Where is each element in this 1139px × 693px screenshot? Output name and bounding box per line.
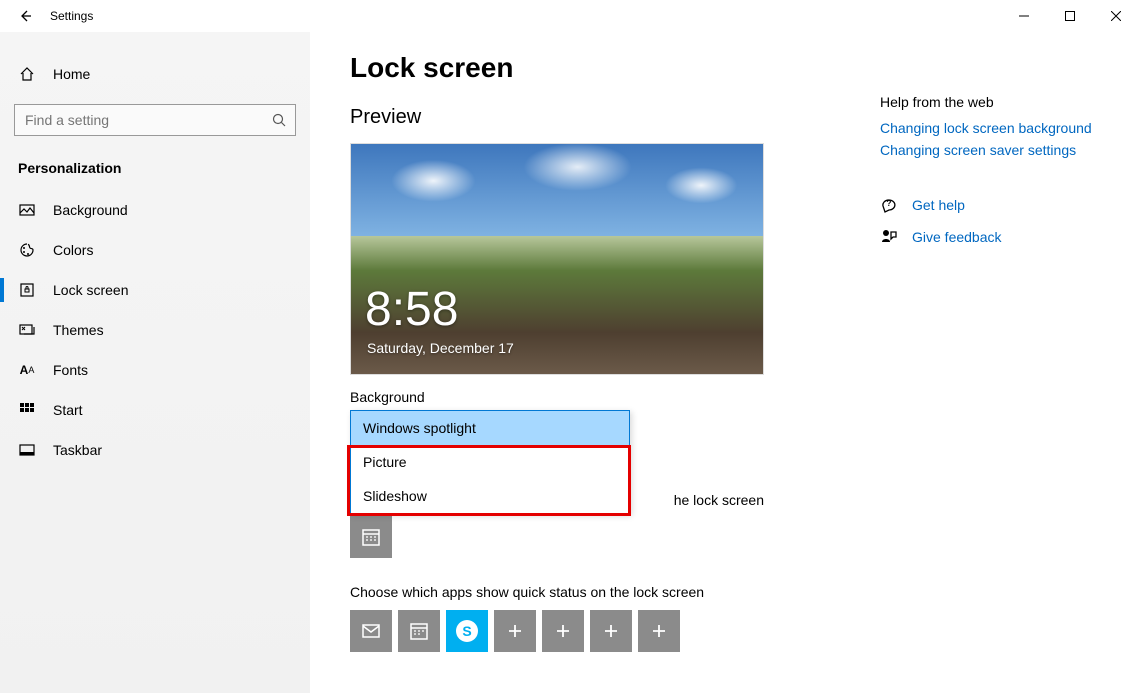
sidebar-section-label: Personalization <box>0 154 310 190</box>
sidebar-item-label: Fonts <box>53 362 88 378</box>
start-icon <box>18 401 36 419</box>
dropdown-option-slideshow[interactable]: Slideshow <box>351 479 629 513</box>
help-heading: Help from the web <box>880 94 1099 110</box>
titlebar: Settings <box>0 0 1139 32</box>
help-pane: Help from the web Changing lock screen b… <box>870 52 1099 693</box>
search-input[interactable] <box>14 104 296 136</box>
calendar-icon <box>408 620 430 642</box>
quick-status-tile-skype[interactable]: S <box>446 610 488 652</box>
sidebar-item-label: Taskbar <box>53 442 102 458</box>
calendar-icon <box>360 526 382 548</box>
sidebar-home-label: Home <box>53 66 90 82</box>
preview-heading: Preview <box>350 106 870 129</box>
palette-icon <box>18 241 36 259</box>
sidebar-item-fonts[interactable]: AA Fonts <box>0 350 310 390</box>
plus-icon <box>651 623 667 639</box>
quick-status-tile-add[interactable] <box>542 610 584 652</box>
sidebar-item-label: Lock screen <box>53 282 128 298</box>
sidebar: Home Personalization Background Colors L… <box>0 32 310 693</box>
dropdown-option-picture[interactable]: Picture <box>351 445 629 479</box>
help-link-change-background[interactable]: Changing lock screen background <box>880 120 1099 136</box>
mail-icon <box>360 620 382 642</box>
sidebar-item-start[interactable]: Start <box>0 390 310 430</box>
window-title: Settings <box>50 9 93 23</box>
sidebar-item-label: Colors <box>53 242 93 258</box>
skype-icon: S <box>456 620 478 642</box>
minimize-button[interactable] <box>1001 0 1047 32</box>
taskbar-icon <box>18 441 36 459</box>
picture-icon <box>18 201 36 219</box>
background-dropdown[interactable]: Windows spotlight Picture Slideshow <box>350 410 630 514</box>
home-icon <box>18 65 36 83</box>
preview-date: Saturday, December 17 <box>367 340 514 356</box>
close-button[interactable] <box>1093 0 1139 32</box>
give-feedback-link[interactable]: Give feedback <box>912 229 1002 245</box>
sidebar-home[interactable]: Home <box>0 54 310 94</box>
maximize-button[interactable] <box>1047 0 1093 32</box>
themes-icon <box>18 321 36 339</box>
sidebar-item-label: Themes <box>53 322 104 338</box>
sidebar-item-label: Background <box>53 202 128 218</box>
plus-icon <box>555 623 571 639</box>
help-icon: ? <box>880 196 898 214</box>
sidebar-item-background[interactable]: Background <box>0 190 310 230</box>
sidebar-item-colors[interactable]: Colors <box>0 230 310 270</box>
sidebar-item-lock-screen[interactable]: Lock screen <box>0 270 310 310</box>
quick-status-tile-calendar[interactable] <box>398 610 440 652</box>
sidebar-item-themes[interactable]: Themes <box>0 310 310 350</box>
fonts-icon: AA <box>18 361 36 379</box>
search-icon <box>272 113 286 127</box>
preview-clock: 8:58 <box>365 286 458 334</box>
lock-screen-preview: 8:58 Saturday, December 17 <box>350 143 764 375</box>
dropdown-option-spotlight[interactable]: Windows spotlight <box>351 411 629 445</box>
background-field-label: Background <box>350 389 870 405</box>
sidebar-item-label: Start <box>53 402 83 418</box>
page-title: Lock screen <box>350 52 870 84</box>
back-button[interactable] <box>18 9 32 23</box>
lock-screen-icon <box>18 281 36 299</box>
plus-icon <box>507 623 523 639</box>
sidebar-item-taskbar[interactable]: Taskbar <box>0 430 310 470</box>
detailed-status-app-tile[interactable] <box>350 516 392 558</box>
plus-icon <box>603 623 619 639</box>
get-help-link[interactable]: Get help <box>912 197 965 213</box>
help-link-screensaver[interactable]: Changing screen saver settings <box>880 142 1099 158</box>
quick-status-tile-add[interactable] <box>590 610 632 652</box>
feedback-icon <box>880 228 898 246</box>
quick-status-tile-add[interactable] <box>494 610 536 652</box>
quick-status-tile-add[interactable] <box>638 610 680 652</box>
svg-text:?: ? <box>887 199 892 208</box>
quick-status-tile-mail[interactable] <box>350 610 392 652</box>
quick-status-label: Choose which apps show quick status on t… <box>350 584 870 600</box>
